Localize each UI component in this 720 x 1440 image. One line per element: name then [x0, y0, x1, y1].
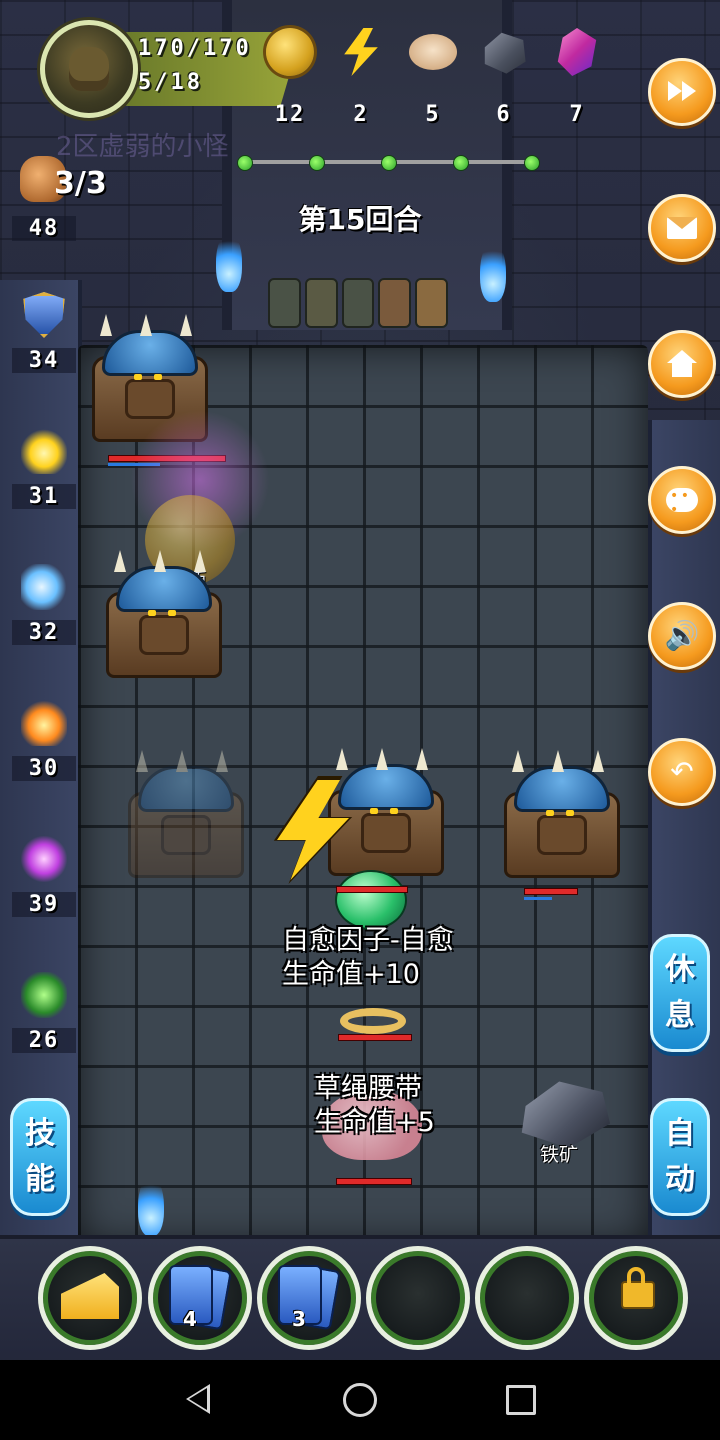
player-avatar[interactable]	[40, 20, 138, 118]
nav-home-icon[interactable]	[343, 1383, 377, 1417]
enemy-golem-shadow	[118, 750, 248, 878]
enemy-golem[interactable]	[96, 550, 226, 678]
stat-value: 39	[12, 892, 76, 917]
resource-count: 5	[425, 102, 441, 127]
card-count: 3	[292, 1307, 306, 1331]
progress-dot	[524, 155, 540, 171]
resource-count: 7	[569, 102, 585, 127]
shield-icon	[23, 292, 65, 338]
progress-dot	[453, 155, 469, 171]
enemy-hp-bar	[524, 888, 578, 895]
stat-value: 34	[12, 348, 76, 373]
home-button[interactable]	[648, 330, 716, 398]
resource-gold: 12	[258, 28, 322, 127]
fast-forward-icon	[668, 78, 696, 106]
enemy-mp-bar	[524, 897, 552, 900]
ore-label: 铁矿	[540, 1144, 579, 1166]
stat-value: 26	[12, 1028, 76, 1053]
resource-crystal: 7	[545, 28, 609, 127]
stat-fire[interactable]: 30	[12, 700, 76, 781]
stat-poison[interactable]: 26	[12, 972, 76, 1053]
effect-text-self-heal: 自愈因子-自愈 生命值+10	[282, 924, 454, 992]
auto-button-label: 自动	[665, 1116, 695, 1197]
blue-torch-icon	[480, 242, 506, 302]
item-slot-empty[interactable]	[366, 1246, 470, 1350]
skill-button[interactable]: 技能	[10, 1098, 70, 1216]
self-heal-orb-icon	[335, 870, 407, 930]
item-slot-card[interactable]: 3	[257, 1246, 361, 1350]
nav-recents-icon[interactable]	[506, 1385, 536, 1415]
player-level: 5/18	[138, 70, 203, 95]
zone-watermark: 2区虚弱的小怪	[56, 132, 229, 162]
hero-hp-bar-2	[338, 1034, 412, 1041]
envelope-icon	[667, 217, 697, 239]
gate-stones	[268, 278, 448, 328]
lightning-icon	[344, 28, 378, 76]
skill-button-label: 技能	[25, 1116, 55, 1197]
home-icon	[667, 350, 697, 378]
item-slot-empty[interactable]	[475, 1246, 579, 1350]
hero-hp-bar	[336, 886, 408, 893]
effect-text-rope-belt: 草绳腰带 生命值+5	[314, 1072, 435, 1140]
progress-dot	[237, 155, 253, 171]
resource-count: 2	[353, 102, 369, 127]
stat-holy[interactable]: 31	[12, 428, 76, 509]
gold-coin-icon	[266, 28, 314, 76]
stat-defense[interactable]: 34	[12, 292, 76, 373]
attack-count: 3/3	[54, 166, 107, 201]
stat-value: 32	[12, 620, 76, 645]
auto-button[interactable]: 自动	[650, 1098, 710, 1216]
resource-count: 6	[496, 102, 512, 127]
resource-count: 12	[274, 102, 306, 127]
progress-dot	[381, 155, 397, 171]
pig-hp-bar	[336, 1178, 412, 1185]
stat-thunder[interactable]: 39	[12, 836, 76, 917]
chat-bubble-icon	[666, 488, 698, 517]
item-slot-cheese[interactable]	[38, 1246, 142, 1350]
stat-value: 30	[12, 756, 76, 781]
rest-button[interactable]: 休息	[650, 934, 710, 1052]
return-button[interactable]: ↶	[648, 738, 716, 806]
rest-button-label: 休息	[665, 952, 695, 1033]
crystal-icon	[557, 28, 597, 76]
progress-dot	[309, 155, 325, 171]
effect-value: 生命值+10	[282, 959, 420, 990]
bun-icon	[409, 34, 457, 70]
stat-value: 48	[12, 216, 76, 241]
thunder-icon	[21, 836, 67, 882]
stat-water[interactable]: 32	[12, 564, 76, 645]
speaker-icon: 🔊	[664, 619, 700, 652]
game-screen: 170/170 5/18 12 2 5 6 7 2区虚弱的小怪 第15回合 48…	[0, 0, 720, 1360]
enemy-golem[interactable]	[494, 750, 624, 878]
item-slot-card[interactable]: 4	[148, 1246, 252, 1350]
mail-button[interactable]	[648, 194, 716, 262]
resource-ore: 6	[472, 28, 536, 127]
blue-torch-icon	[138, 1176, 164, 1236]
item-slot-locked[interactable]	[584, 1246, 688, 1350]
holy-icon	[21, 428, 67, 474]
card-count: 4	[183, 1307, 197, 1331]
effect-title: 草绳腰带	[314, 1073, 422, 1104]
player-hp: 170/170	[138, 36, 252, 61]
lock-icon	[621, 1267, 655, 1309]
fire-icon	[21, 700, 67, 746]
blue-torch-icon	[216, 232, 242, 292]
resource-energy: 2	[329, 28, 393, 127]
water-icon	[21, 564, 67, 610]
effect-title: 自愈因子-自愈	[282, 925, 454, 956]
enemy-golem[interactable]	[318, 748, 448, 876]
return-arrow-icon: ↶	[670, 755, 694, 788]
poison-icon	[21, 972, 67, 1018]
iron-ore-icon	[484, 32, 526, 74]
nav-back-icon[interactable]	[186, 1384, 210, 1414]
round-counter: 第15回合	[298, 203, 422, 236]
sound-button[interactable]: 🔊	[648, 602, 716, 670]
effect-value: 生命值+5	[314, 1107, 435, 1138]
chat-button[interactable]	[648, 466, 716, 534]
resource-bun: 5	[401, 28, 465, 127]
stat-value: 31	[12, 484, 76, 509]
cheese-icon	[61, 1273, 119, 1319]
fast-forward-button[interactable]	[648, 58, 716, 126]
rope-belt-icon	[340, 1008, 406, 1034]
